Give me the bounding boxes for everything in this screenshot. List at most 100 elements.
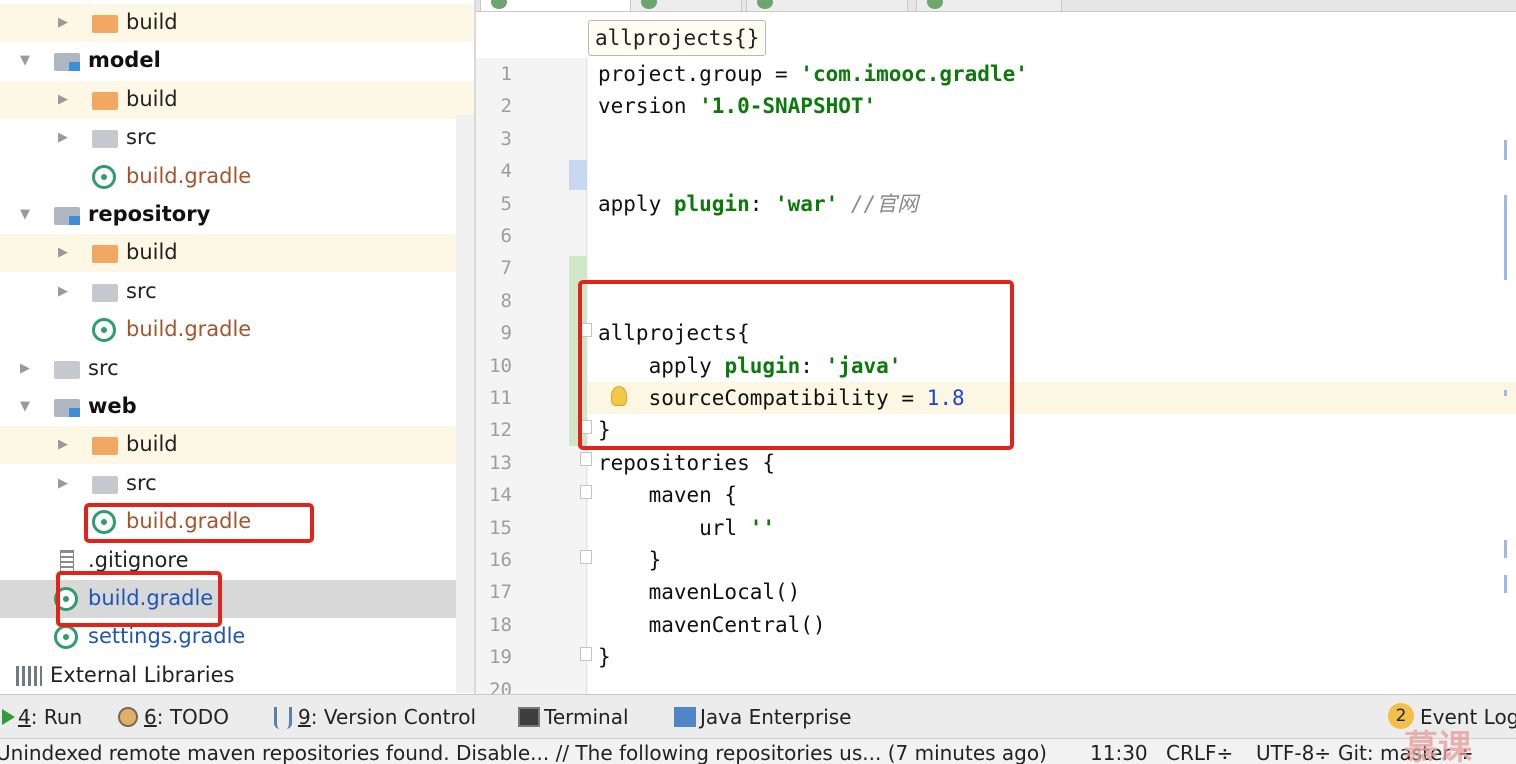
code-token: url [598,515,750,540]
terminal-icon [518,707,540,727]
file-encoding[interactable]: UTF-8÷ [1256,741,1331,764]
tree-item[interactable]: ▶ build [0,4,474,42]
module-icon [54,53,80,72]
editor-tab-repository[interactable] [746,0,908,12]
line-number: 10 [489,354,512,377]
code-line[interactable]: mavenCentral() [598,609,826,641]
folder-icon [92,245,118,264]
tree-item-label: build [126,432,178,457]
code-token: mavenCentral() [598,612,826,637]
line-number: 16 [489,549,512,571]
code-line[interactable]: } [598,544,662,576]
code-line[interactable]: project.group = 'com.imooc.gradle' [598,58,1028,90]
tree-item[interactable]: ▶ build [0,234,474,273]
tree-item[interactable]: ▶ build [0,426,474,465]
chevron-down-icon[interactable]: ▼ [20,400,34,414]
tree-item-label: build.gradle [126,163,252,188]
tree-item[interactable]: ▶ src [0,350,474,388]
code-token: //官网 [838,191,919,216]
code-token: mavenLocal() [598,580,801,605]
code-line[interactable]: } [598,641,611,673]
tree-scrollbar[interactable] [456,115,474,693]
line-number: 2 [500,95,512,118]
code-line[interactable]: mavenLocal() [598,576,801,608]
code-line[interactable]: url '' [598,512,775,544]
chevron-right-icon[interactable]: ▶ [58,16,72,30]
line-number: 6 [500,225,512,247]
tree-item-label: src [126,470,157,495]
line-number: 1 [500,63,512,85]
fold-marker[interactable] [580,452,592,466]
folder-icon [92,283,118,302]
chevron-right-icon[interactable]: ▶ [58,476,72,491]
scroll-marker[interactable] [1504,195,1507,280]
code-token: apply [598,191,674,216]
java-enterprise-tool-button[interactable]: Java Enterprise [700,705,851,729]
terminal-tool-button[interactable]: Terminal [544,705,629,729]
editor-tab-web[interactable] [480,0,638,12]
chevron-right-icon[interactable]: ▶ [58,438,72,452]
todo-label: : TODO [156,705,229,729]
version-control-icon [274,707,292,729]
module-icon [54,399,80,417]
scroll-marker[interactable] [1504,575,1507,593]
vcs-shortcut: 9 [298,705,311,729]
line-separator[interactable]: CRLF÷ [1166,741,1233,764]
tree-item[interactable]: External Libraries [0,657,474,694]
chevron-down-icon[interactable]: ▼ [20,54,34,68]
tree-item[interactable]: ▶ src [0,465,474,503]
editor-tab-model-2[interactable] [916,0,1062,12]
run-tool-button[interactable]: 4: Run [18,705,82,729]
fold-marker[interactable] [580,647,592,661]
tree-item[interactable]: build.gradle [0,158,474,196]
chevron-right-icon[interactable]: ▶ [58,246,72,260]
gradle-icon [92,164,116,189]
run-icon [2,709,15,725]
todo-tool-button[interactable]: 6: TODO [144,705,229,729]
tree-item-label: settings.gradle [88,624,246,649]
scroll-marker[interactable] [1504,390,1507,396]
line-number: 15 [489,516,512,539]
caret-position[interactable]: 11:30 [1090,741,1148,764]
watermark-logo: 慕课 [1404,728,1472,764]
fold-marker[interactable] [580,485,592,499]
gradle-icon [927,0,943,9]
vcs-label: : Version Control [310,705,477,729]
java-enterprise-icon [674,707,696,727]
status-message[interactable]: Unindexed remote maven repositories foun… [0,741,1047,764]
code-line[interactable]: repositories { [598,447,775,479]
tree-item-label: .gitignore [88,547,189,572]
gradle-icon [641,0,657,9]
code-line[interactable]: maven { [598,479,738,511]
tree-item[interactable]: build.gradle [0,311,474,349]
code-line[interactable]: apply plugin: 'war' //官网 [598,188,918,220]
tree-item[interactable]: ▼ repository [0,196,474,234]
scroll-marker[interactable] [1504,540,1507,558]
line-number: 19 [489,646,512,669]
tree-item[interactable]: ▼ web [0,388,474,426]
version-control-tool-button[interactable]: 9: Version Control [298,705,476,729]
tree-item[interactable]: ▶ src [0,273,474,311]
tree-item[interactable]: ▶ src [0,119,474,157]
editor-tab-strip [476,0,1516,12]
tree-item-label: build [126,86,178,111]
chevron-down-icon[interactable]: ▼ [20,208,34,222]
code-token: version [598,94,700,119]
folder-icon [92,437,118,456]
breadcrumb[interactable]: allprojects{} [588,20,767,56]
chevron-right-icon[interactable]: ▶ [58,92,72,107]
chevron-right-icon[interactable]: ▶ [20,361,34,376]
code-line[interactable]: version '1.0-SNAPSHOT' [598,90,876,122]
chevron-right-icon[interactable]: ▶ [58,131,72,145]
scroll-marker[interactable] [1504,140,1507,160]
code-token: maven { [598,483,738,508]
line-number: 17 [489,581,512,604]
tree-item[interactable]: ▶ build [0,80,474,119]
annotation-box-root-build-gradle [56,571,222,627]
run-shortcut: 4 [18,705,31,729]
fold-marker[interactable] [580,550,592,564]
code-token: plugin [673,191,750,216]
editor-tab-model[interactable] [630,0,742,12]
chevron-right-icon[interactable]: ▶ [58,284,72,299]
tree-item[interactable]: ▼ model [0,42,474,80]
